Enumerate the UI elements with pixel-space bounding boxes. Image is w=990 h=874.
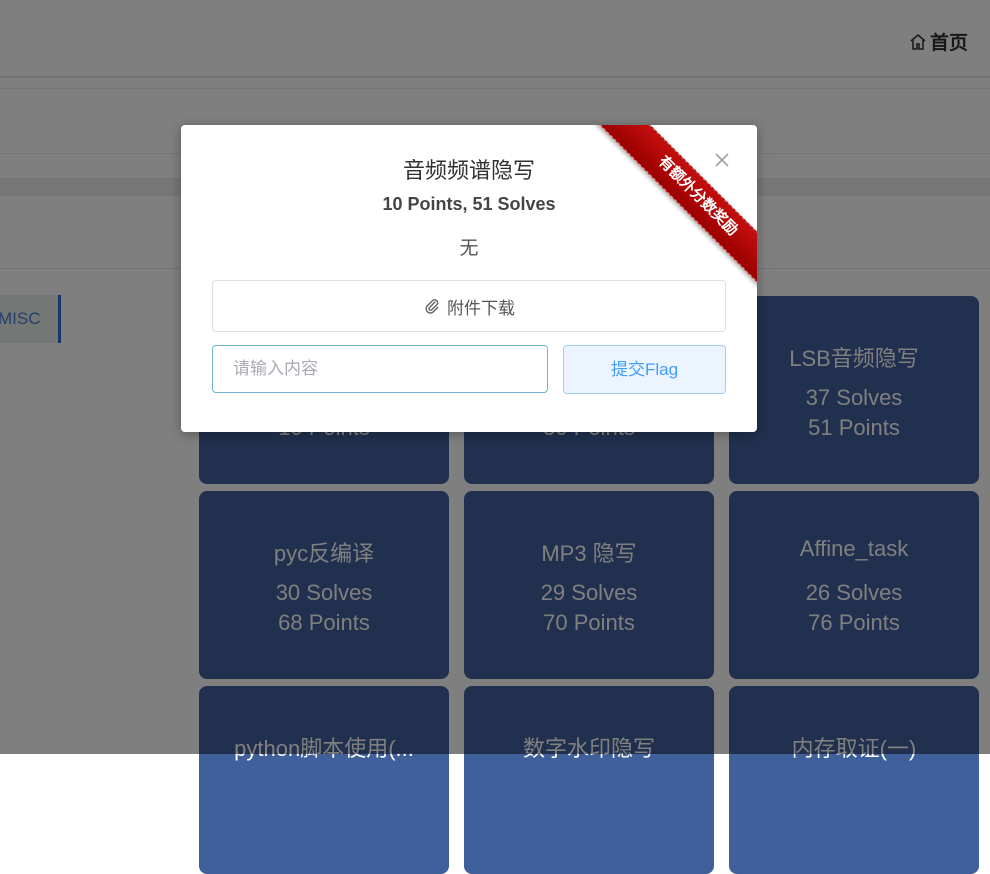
download-label: 附件下载 — [447, 298, 515, 318]
flag-input[interactable] — [212, 345, 548, 393]
submit-flag-button[interactable]: 提交Flag — [563, 345, 726, 394]
dialog-title: 音频频谱隐写 — [402, 158, 535, 183]
attachment-download-button[interactable]: 附件下载 — [212, 280, 726, 332]
close-button[interactable] — [713, 151, 731, 169]
paperclip-icon — [425, 299, 439, 314]
close-icon — [715, 153, 729, 167]
dialog-points-solves: 10 Points, 51 Solves — [382, 194, 556, 214]
dialog-description: 无 — [459, 238, 479, 259]
challenge-dialog: 音频频谱隐写 10 Points, 51 Solves 无 有额外分数奖励 附件… — [181, 125, 757, 432]
